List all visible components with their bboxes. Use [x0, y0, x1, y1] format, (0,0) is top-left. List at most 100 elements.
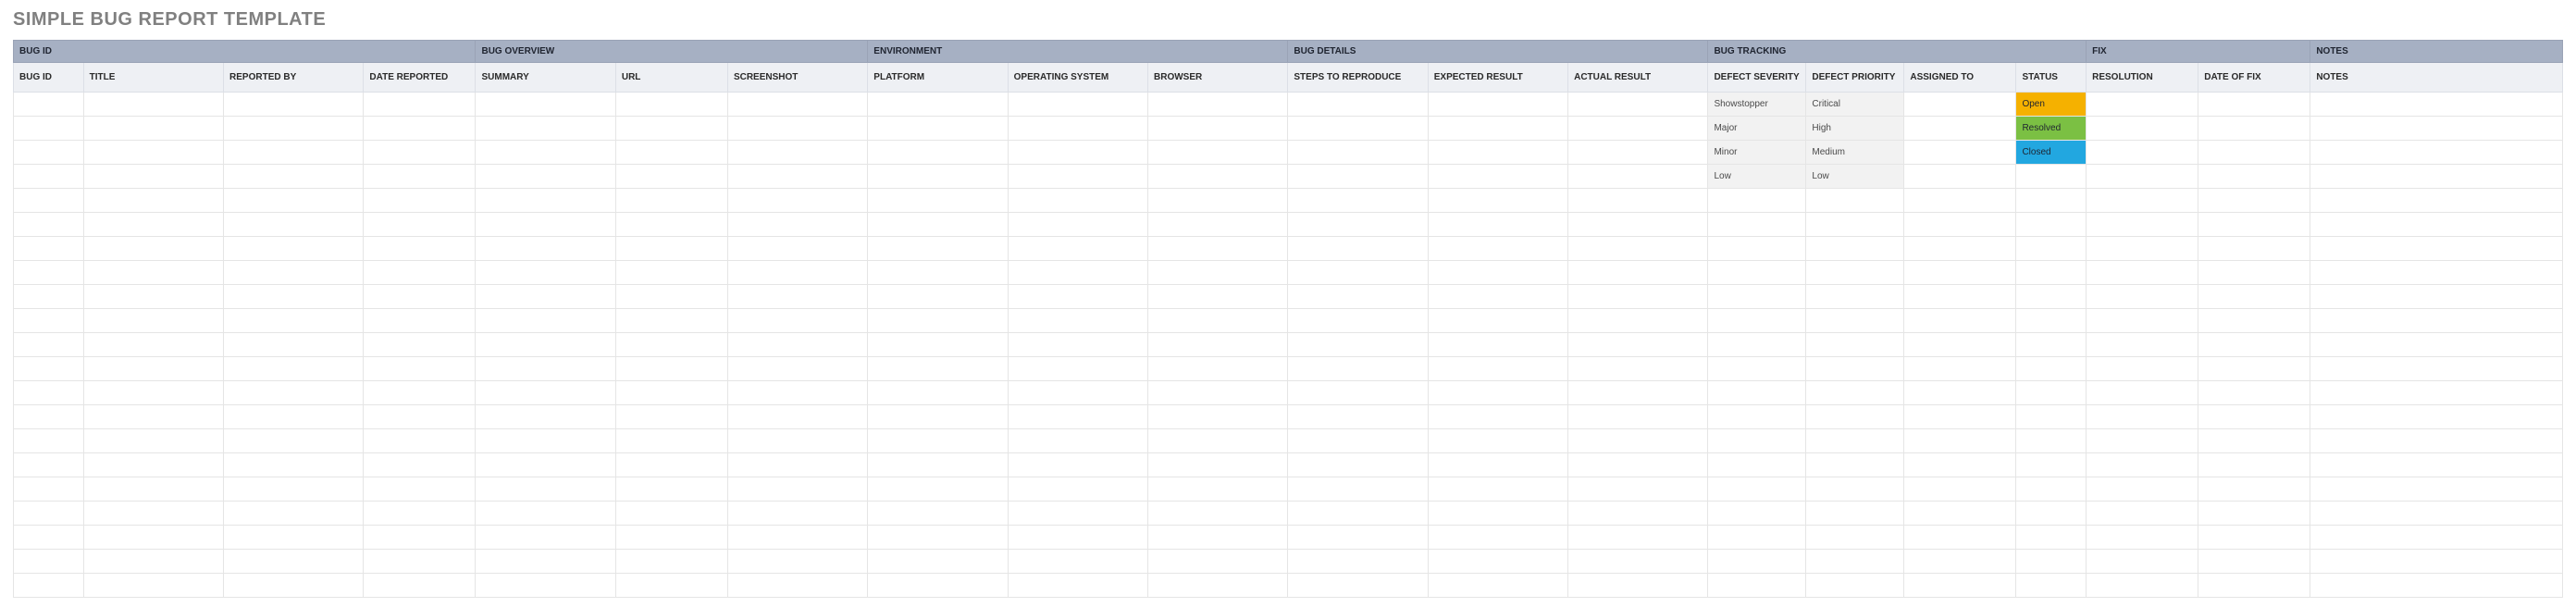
cell[interactable]: [83, 526, 223, 550]
cell[interactable]: [2310, 93, 2563, 117]
cell[interactable]: [1568, 117, 1708, 141]
cell[interactable]: [1806, 381, 1904, 405]
cell[interactable]: [1568, 309, 1708, 333]
cell[interactable]: [83, 502, 223, 526]
cell[interactable]: [868, 477, 1008, 502]
cell[interactable]: [1428, 477, 1567, 502]
cell[interactable]: [1008, 502, 1147, 526]
cell[interactable]: [2016, 526, 2087, 550]
cell[interactable]: [224, 502, 364, 526]
cell[interactable]: [14, 477, 84, 502]
cell[interactable]: [364, 357, 476, 381]
cell[interactable]: [727, 526, 867, 550]
cell[interactable]: [615, 574, 727, 598]
cell[interactable]: [476, 429, 615, 453]
cell[interactable]: [14, 357, 84, 381]
cell[interactable]: [1008, 381, 1147, 405]
cell[interactable]: [868, 357, 1008, 381]
cell[interactable]: [2310, 477, 2563, 502]
cell[interactable]: [1904, 550, 2016, 574]
cell[interactable]: [224, 213, 364, 237]
cell[interactable]: [476, 117, 615, 141]
cell[interactable]: [1428, 405, 1567, 429]
cell[interactable]: [14, 405, 84, 429]
cell[interactable]: [727, 213, 867, 237]
cell[interactable]: [1288, 93, 1428, 117]
cell[interactable]: [2087, 189, 2198, 213]
cell[interactable]: [1806, 285, 1904, 309]
cell[interactable]: [1806, 477, 1904, 502]
cell[interactable]: [83, 574, 223, 598]
cell[interactable]: [1008, 213, 1147, 237]
cell[interactable]: [224, 141, 364, 165]
cell[interactable]: [224, 261, 364, 285]
cell[interactable]: [1806, 429, 1904, 453]
cell[interactable]: [1428, 502, 1567, 526]
cell[interactable]: [1806, 357, 1904, 381]
cell[interactable]: [2016, 550, 2087, 574]
cell[interactable]: [1148, 237, 1288, 261]
cell[interactable]: [615, 213, 727, 237]
cell[interactable]: [1008, 117, 1147, 141]
cell[interactable]: [2087, 261, 2198, 285]
cell[interactable]: [1428, 213, 1567, 237]
cell[interactable]: [476, 550, 615, 574]
cell[interactable]: [1428, 141, 1567, 165]
cell[interactable]: [2198, 526, 2310, 550]
cell[interactable]: [615, 381, 727, 405]
cell[interactable]: [727, 189, 867, 213]
cell[interactable]: [2198, 550, 2310, 574]
cell[interactable]: [1904, 502, 2016, 526]
cell[interactable]: [1008, 93, 1147, 117]
cell[interactable]: [1148, 502, 1288, 526]
cell[interactable]: [364, 165, 476, 189]
cell[interactable]: [364, 381, 476, 405]
cell[interactable]: [2087, 117, 2198, 141]
cell[interactable]: [476, 285, 615, 309]
cell[interactable]: [476, 141, 615, 165]
cell[interactable]: [2087, 550, 2198, 574]
cell[interactable]: [727, 357, 867, 381]
cell[interactable]: [476, 453, 615, 477]
cell[interactable]: [1806, 550, 1904, 574]
cell[interactable]: [14, 309, 84, 333]
cell[interactable]: [224, 165, 364, 189]
cell[interactable]: [1568, 357, 1708, 381]
cell[interactable]: [868, 453, 1008, 477]
cell[interactable]: [727, 93, 867, 117]
cell[interactable]: [224, 526, 364, 550]
cell[interactable]: [1904, 309, 2016, 333]
cell[interactable]: [868, 429, 1008, 453]
cell[interactable]: [727, 502, 867, 526]
cell[interactable]: [2198, 381, 2310, 405]
cell[interactable]: [1148, 93, 1288, 117]
cell[interactable]: [868, 237, 1008, 261]
cell[interactable]: [868, 550, 1008, 574]
cell[interactable]: [1288, 333, 1428, 357]
cell[interactable]: [1428, 285, 1567, 309]
cell[interactable]: [2016, 477, 2087, 502]
cell[interactable]: [364, 141, 476, 165]
cell[interactable]: [1708, 189, 1806, 213]
cell[interactable]: [1904, 117, 2016, 141]
cell[interactable]: [615, 165, 727, 189]
cell[interactable]: [727, 309, 867, 333]
cell[interactable]: [364, 237, 476, 261]
cell[interactable]: [2087, 357, 2198, 381]
cell[interactable]: [727, 141, 867, 165]
cell[interactable]: [1708, 526, 1806, 550]
status-cell[interactable]: Resolved: [2016, 117, 2087, 141]
cell[interactable]: [14, 381, 84, 405]
cell[interactable]: [476, 405, 615, 429]
cell[interactable]: [14, 550, 84, 574]
defect-priority-cell[interactable]: Low: [1806, 165, 1904, 189]
cell[interactable]: [364, 93, 476, 117]
cell[interactable]: [2310, 405, 2563, 429]
cell[interactable]: [868, 502, 1008, 526]
cell[interactable]: [1568, 189, 1708, 213]
cell[interactable]: [1288, 550, 1428, 574]
cell[interactable]: [83, 213, 223, 237]
cell[interactable]: [1904, 333, 2016, 357]
cell[interactable]: [14, 213, 84, 237]
cell[interactable]: [1008, 141, 1147, 165]
